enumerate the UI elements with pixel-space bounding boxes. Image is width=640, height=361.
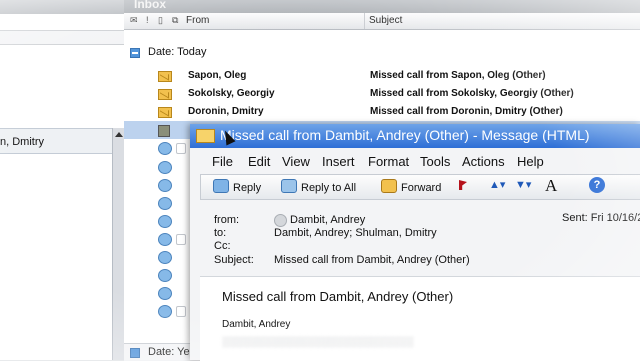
group-header-today[interactable]: Date: Today [124,45,640,61]
read-message-icon [158,197,172,210]
importance-column-icon[interactable]: ! [146,15,149,25]
to-value[interactable]: Dambit, Andrey; Shulman, Dmitry [274,227,437,239]
inbox-title: Inbox [134,0,166,11]
inbox-titlebar: Inbox [124,0,640,13]
menu-actions[interactable]: Actions [462,154,505,169]
column-divider[interactable] [364,13,365,29]
envelope-icon [196,129,215,143]
attachment-icon [176,143,186,154]
read-message-icon [158,251,172,264]
sender-status-icon [274,214,287,227]
menu-edit[interactable]: Edit [248,154,270,169]
help-icon[interactable]: ? [589,177,605,193]
follow-up-flag-icon[interactable] [459,180,467,190]
message-row[interactable]: Doronin, Dmitry Missed call from Doronin… [124,103,640,121]
message-from: Doronin, Dmitry [188,106,264,117]
reply-icon [213,179,229,193]
read-message-icon [158,269,172,282]
column-header-row: ✉ ! ▯ ⧉ From Subject [124,13,640,30]
cc-label: Cc: [214,240,231,252]
forward-icon [381,179,397,193]
message-body[interactable]: Missed call from Dambit, Andrey (Other) … [200,276,640,361]
subject-value: Missed call from Dambit, Andrey (Other) [274,254,470,266]
reply-label: Reply [233,182,262,194]
menu-help[interactable]: Help [517,154,544,169]
reply-all-icon [281,179,297,193]
read-message-icon [158,287,172,300]
from-value[interactable]: Dambit, Andrey [290,214,365,226]
font-size-button[interactable]: A [545,176,557,196]
message-from: Sapon, Oleg [188,70,247,81]
group-label: Date: Today [148,46,207,58]
body-blurred-text: ░░░░░░░░░░░░░░░░░░░░░░░░░░░ [222,337,414,348]
read-message-icon [158,161,172,174]
attachment-column-icon[interactable]: ⧉ [172,15,178,26]
unread-envelope-icon [158,107,172,118]
subject-column-header[interactable]: Subject [369,15,402,26]
read-message-icon [158,215,172,228]
body-sender-name: Dambit, Andrey [222,319,291,330]
read-message-icon [158,233,172,246]
reply-all-label: Reply to All [301,182,357,194]
menu-bar: File Edit View Insert Format Tools Actio… [190,150,640,172]
attachment-icon [176,306,186,317]
message-row[interactable]: Sapon, Oleg Missed call from Sapon, Oleg… [124,67,640,85]
navigation-pane-header [0,30,124,45]
read-message-icon [158,305,172,318]
read-message-icon [158,142,172,155]
group-label: Date: Ye [148,346,190,358]
navigation-pane: n, Dmitry [0,0,125,360]
reply-all-button[interactable]: Reply to All [281,179,356,194]
menu-file[interactable]: File [212,154,233,169]
from-column-header[interactable]: From [186,15,209,26]
message-window: Missed call from Dambit, Andrey (Other) … [190,124,640,361]
forward-label: Forward [401,182,442,194]
document-column-icon[interactable]: ▯ [158,15,163,26]
subject-label: Subject: [214,254,254,266]
menu-insert[interactable]: Insert [322,154,355,169]
message-subject: Missed call from Doronin, Dmitry (Other) [370,106,563,117]
message-window-title: Missed call from Dambit, Andrey (Other) … [220,127,590,143]
menu-view[interactable]: View [282,154,310,169]
from-label: from: [214,214,240,226]
forward-button[interactable]: Forward [381,179,441,194]
scroll-up-icon[interactable] [115,132,123,137]
message-type-icon [158,125,170,137]
menu-format[interactable]: Format [368,154,409,169]
envelope-column-icon[interactable]: ✉ [130,15,138,26]
unread-envelope-icon [158,89,172,100]
message-subject: Missed call from Sapon, Oleg (Other) [370,70,546,81]
message-from: Sokolsky, Georgiy [188,88,275,99]
collapse-group-icon[interactable] [130,48,140,58]
read-message-icon [158,179,172,192]
body-subject: Missed call from Dambit, Andrey (Other) [222,289,454,304]
collapse-group-icon[interactable] [130,348,140,358]
message-toolbar: Reply Reply to All Forward ▲▾ ▼▾ A ? [200,174,640,200]
sent-date: Sent: Fri 10/16/2 [562,212,640,224]
attachment-icon [176,234,186,245]
message-subject: Missed call from Sokolsky, Georgiy (Othe… [370,88,574,99]
navigation-pane-titlebar [0,0,124,14]
message-row[interactable]: Sokolsky, Georgiy Missed call from Sokol… [124,85,640,103]
message-header-fields: from: Dambit, Andrey Sent: Fri 10/16/2 t… [190,206,640,276]
reply-button[interactable]: Reply [213,179,261,194]
navigation-selected-label[interactable]: n, Dmitry [0,136,44,148]
menu-tools[interactable]: Tools [420,154,450,169]
message-window-titlebar[interactable]: Missed call from Dambit, Andrey (Other) … [190,124,640,148]
previous-item-icon[interactable]: ▲▾ [489,178,505,191]
to-label: to: [214,227,227,239]
next-item-icon[interactable]: ▼▾ [515,178,531,191]
unread-envelope-icon [158,71,172,82]
